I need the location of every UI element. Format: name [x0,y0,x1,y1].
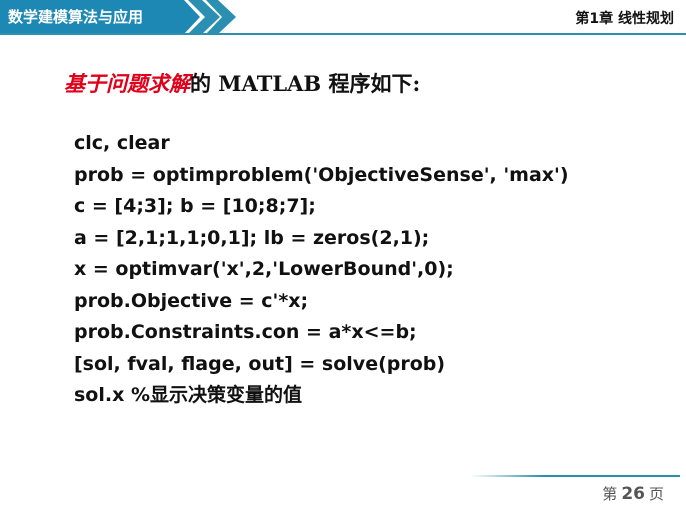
heading-highlight: 基于问题求解 [64,71,190,96]
course-title: 数学建模算法与应用 [8,8,144,26]
page-number-value: 26 [621,484,645,504]
heading-rest: 的 MATLAB 程序如下: [190,71,421,96]
code-line: [sol, fval, flage, out] = solve(prob) [74,352,446,375]
code-block: clc, clear prob = optimproblem('Objectiv… [74,128,654,412]
chapter-title: 第1章 线性规划 [575,11,674,27]
page-suffix: 页 [648,485,664,503]
code-line: a = [2,1;1,1;0,1]; lb = zeros(2,1); [74,226,430,249]
code-line: c = [4;3]; b = [10;8;7]; [74,195,316,217]
page-number: 第 26 页 [602,482,664,506]
code-line: x = optimvar('x',2,'LowerBound',0); [74,258,454,280]
header-divider [0,33,686,35]
code-line: prob.Objective = c'*x; [74,289,309,312]
section-heading: 基于问题求解的 MATLAB 程序如下: [64,66,420,102]
page-prefix: 第 [602,485,618,503]
code-line: prob = optimproblem('ObjectiveSense', 'm… [74,163,569,186]
code-line: sol.x %显示决策变量的值 [74,384,303,406]
header-bar: 数学建模算法与应用 第1章 线性规划 [0,0,686,35]
footer-divider [470,475,680,477]
code-line: clc, clear [74,132,170,154]
slide: 数学建模算法与应用 第1章 线性规划 基于问题求解的 MATLAB 程序如下: … [0,0,686,508]
code-line: prob.Constraints.con = a*x<=b; [74,321,417,343]
